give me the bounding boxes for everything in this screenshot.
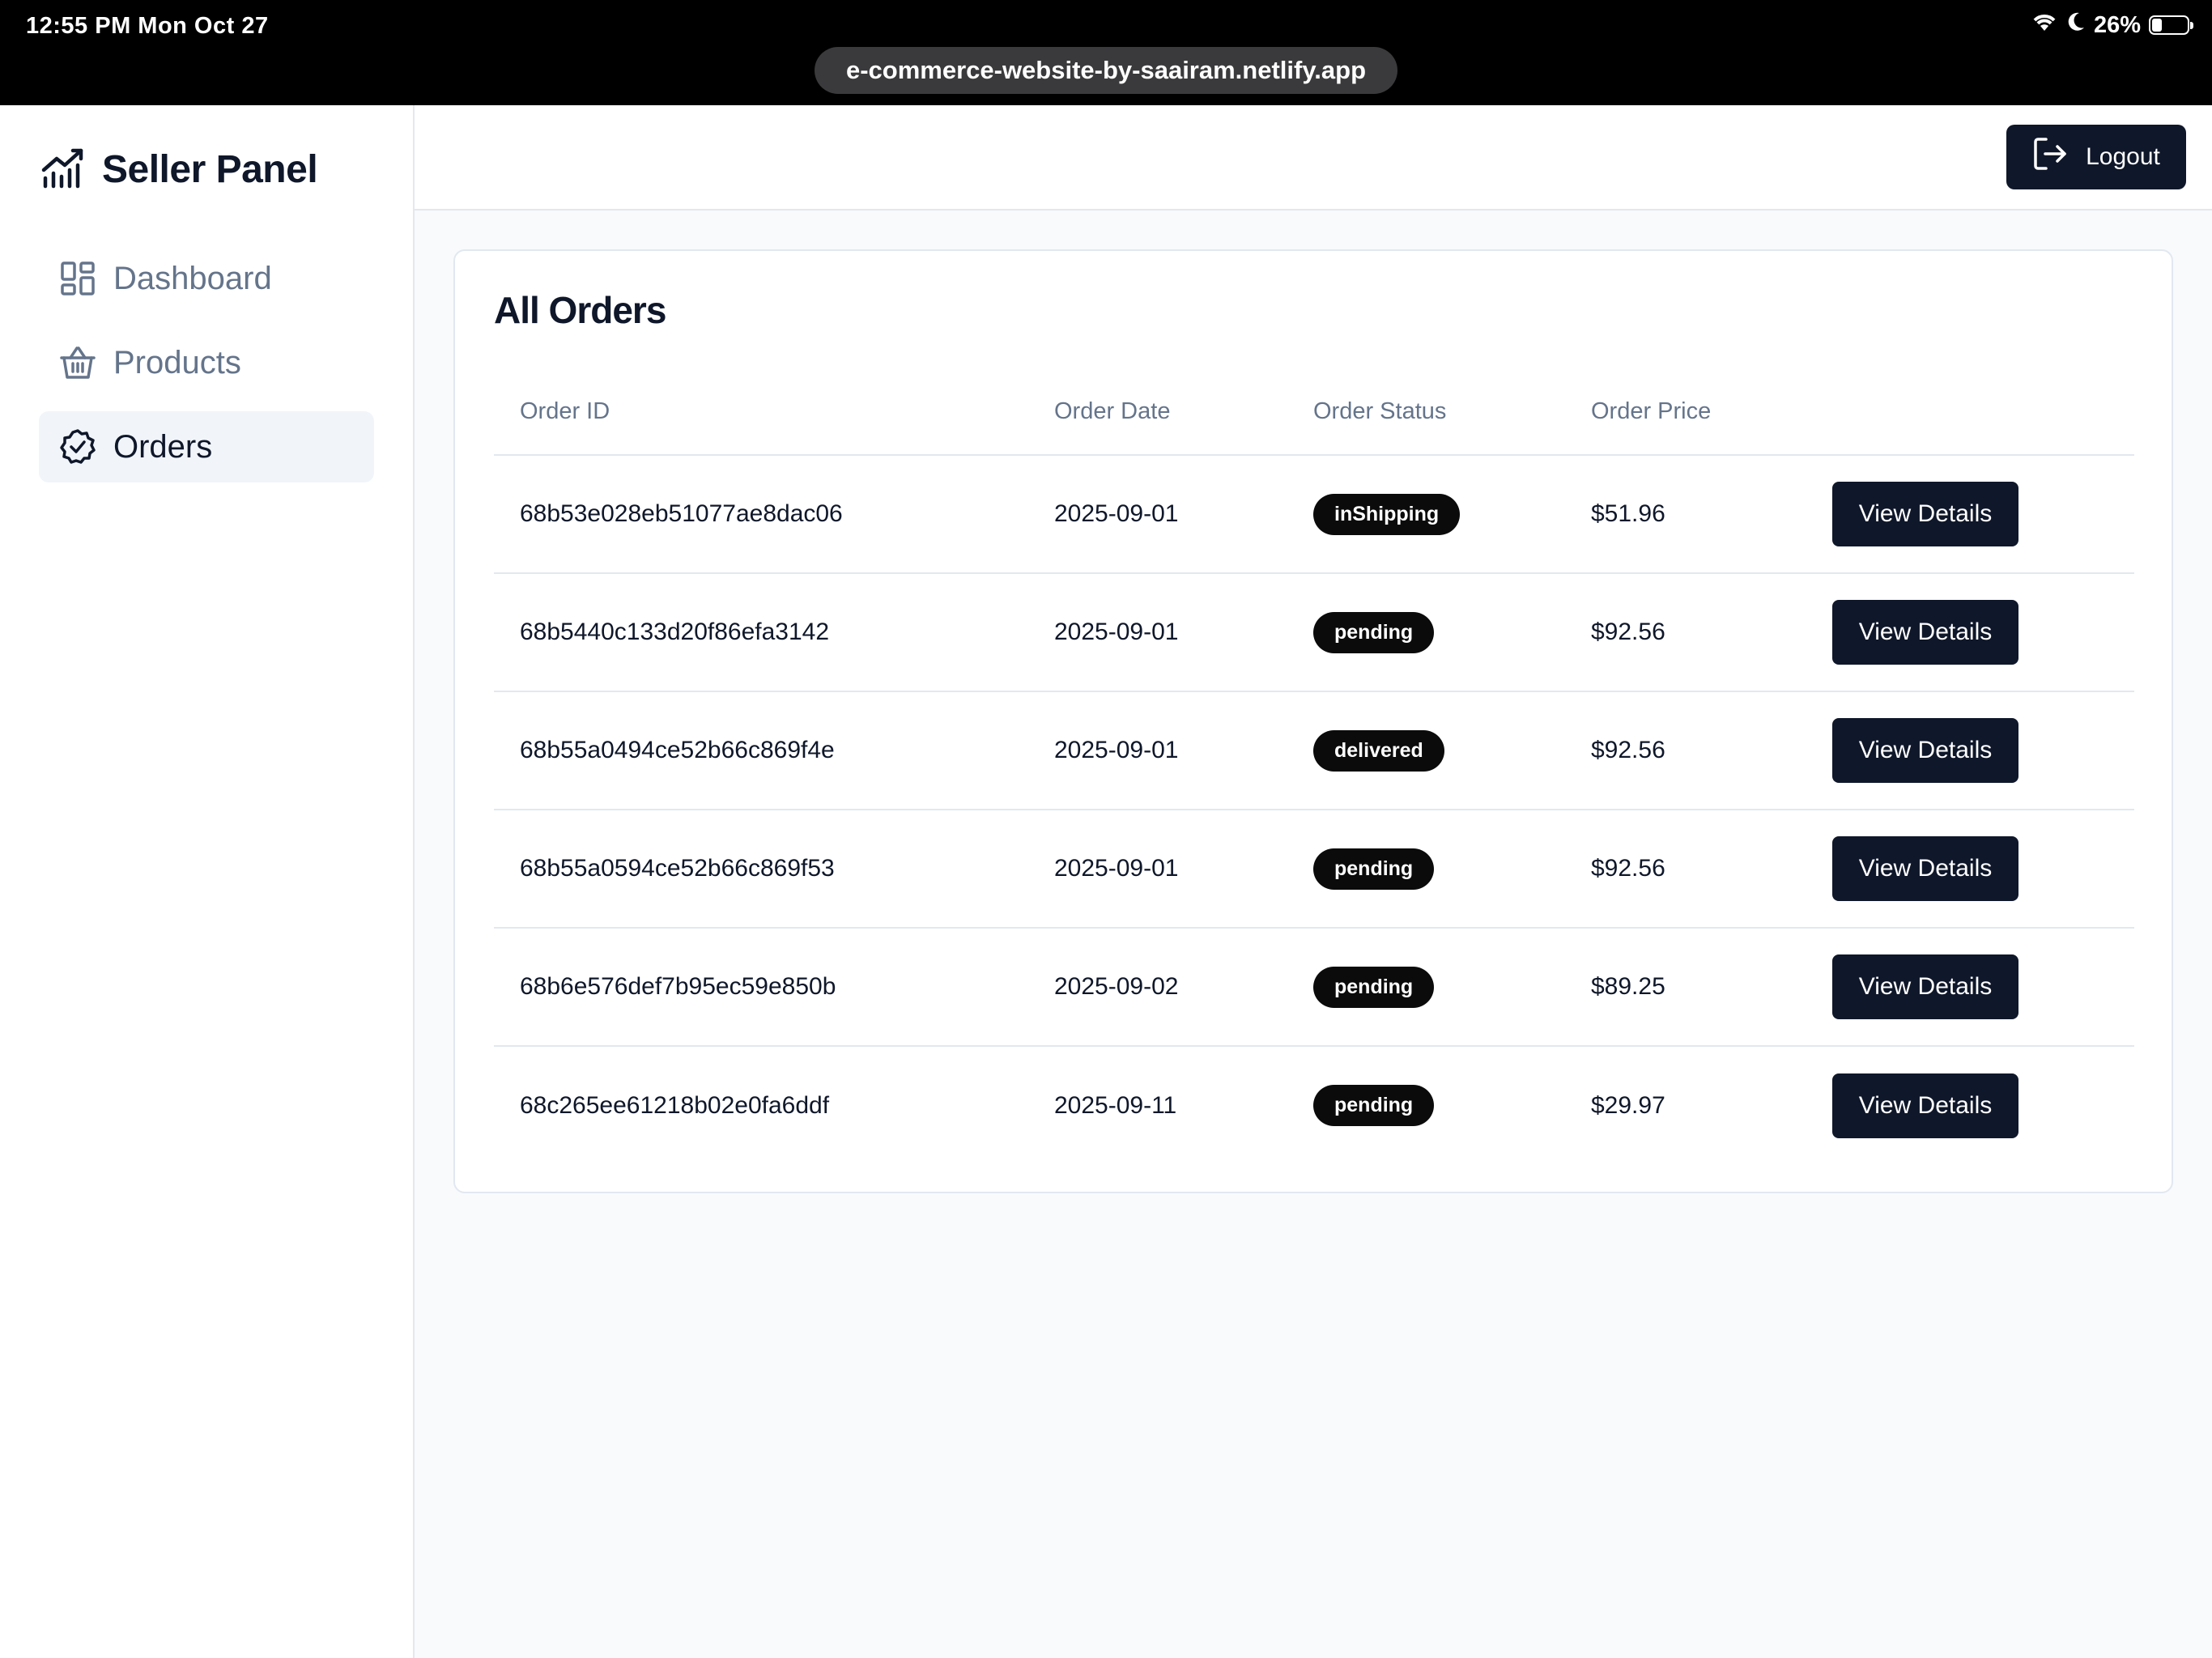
order-id: 68b55a0494ce52b66c869f4e (494, 691, 1028, 810)
order-status-cell: pending (1287, 573, 1565, 692)
table-row: 68b5440c133d20f86efa3142 2025-09-01 pendin… (494, 573, 2134, 692)
view-details-button[interactable]: View Details (1832, 836, 2018, 901)
status-bar: 12:55 PM Mon Oct 27 26% e-commerce-websi… (0, 0, 2212, 105)
order-status-cell: pending (1287, 928, 1565, 1047)
brand-title: Seller Panel (102, 148, 318, 191)
table-row: 68b55a0594ce52b66c869f53 2025-09-01 pendin… (494, 810, 2134, 929)
sidebar-item-label: Orders (113, 428, 213, 465)
order-id: 68c265ee61218b02e0fa6ddf (520, 1091, 830, 1119)
sidebar-nav: Dashboard Products Orders (39, 243, 374, 495)
order-date: 2025-09-01 (1028, 691, 1287, 810)
sidebar-item-label: Products (113, 344, 241, 380)
table-row: 68b6e576def7b95ec59e850b 2025-09-02 pendin… (494, 928, 2134, 1047)
column-header-order-date: Order Date (1028, 369, 1287, 456)
order-status-cell: pending (1287, 1046, 1565, 1164)
order-id: 68b55a0594ce52b66c869f53 (494, 810, 1028, 929)
view-details-button[interactable]: View Details (1832, 600, 2018, 665)
table-row: 68b53e028eb51077ae8dac06 2025-09-01 inShip… (494, 455, 2134, 574)
moon-icon (2066, 11, 2086, 39)
order-action-cell: View Details (1806, 810, 2134, 929)
page-title: All Orders (494, 289, 666, 331)
view-details-button[interactable]: View Details (1832, 954, 2018, 1019)
order-price: $89.25 (1565, 928, 1806, 1047)
order-price: $92.56 (1565, 691, 1806, 810)
order-date: 2025-09-01 (1028, 573, 1287, 692)
logout-button[interactable]: Logout (2006, 125, 2186, 189)
basket-icon (58, 343, 97, 382)
order-id: 68b6e576def7b95ec59e850b (494, 928, 1028, 1047)
sidebar: Seller Panel Dashboard Products Orders (0, 105, 415, 1658)
column-header-order-price: Order Price (1565, 369, 1806, 456)
sidebar-item-label: Dashboard (113, 260, 272, 296)
table-header-row: Order ID Order Date Order Status Order P… (494, 369, 2134, 456)
view-details-button[interactable]: View Details (1832, 718, 2018, 783)
dashboard-grid-icon (58, 259, 97, 298)
orders-table: Order ID Order Date Order Status Order P… (494, 369, 2134, 1164)
order-date: 2025-09-02 (1028, 928, 1287, 1047)
order-action-cell: View Details (1806, 455, 2134, 574)
order-action-cell: View Details (1806, 691, 2134, 810)
logout-label: Logout (2086, 143, 2160, 170)
column-header-order-id: Order ID (494, 369, 1028, 456)
status-badge: delivered (1313, 729, 1444, 772)
column-header-actions (1806, 369, 2134, 456)
view-details-button[interactable]: View Details (1832, 1073, 2018, 1138)
order-status-cell: inShipping (1287, 455, 1565, 574)
status-badge: pending (1313, 1085, 1435, 1126)
order-price: $92.56 (1565, 573, 1806, 692)
table-row: 68b55a0494ce52b66c869f4e 2025-09-01 delive… (494, 691, 2134, 810)
chart-line-icon (40, 146, 86, 193)
status-indicators: 26% (2031, 11, 2193, 39)
status-badge: pending (1313, 848, 1435, 890)
url-bar[interactable]: e-commerce-website-by-saairam.netlify.ap… (815, 47, 1397, 94)
status-time: 12:55 PM Mon Oct 27 (26, 13, 269, 39)
order-status-cell: delivered (1287, 691, 1565, 810)
orders-card: All Orders Order ID Order Date Order Sta… (453, 249, 2173, 1193)
logout-icon (2032, 136, 2068, 178)
order-date: 2025-09-01 (1028, 810, 1287, 929)
view-details-button[interactable]: View Details (1832, 482, 2018, 546)
orders-table-body: 68b53e028eb51077ae8dac06 2025-09-01 inShip… (494, 455, 2134, 1164)
sidebar-item-products[interactable]: Products (39, 327, 374, 398)
battery-icon (2149, 15, 2193, 35)
order-price: $29.97 (1591, 1091, 1665, 1119)
sidebar-item-dashboard[interactable]: Dashboard (39, 243, 374, 314)
status-badge: inShipping (1313, 493, 1461, 535)
column-header-order-status: Order Status (1287, 369, 1565, 456)
top-header: Logout (415, 105, 2212, 210)
order-price: $51.96 (1565, 455, 1806, 574)
order-date: 2025-09-11 (1054, 1091, 1177, 1119)
wifi-icon (2031, 11, 2058, 39)
battery-percent: 26% (2093, 11, 2141, 38)
order-action-cell: View Details (1806, 928, 2134, 1047)
order-action-cell: View Details (1806, 573, 2134, 692)
order-id: 68b5440c133d20f86efa3142 (494, 573, 1028, 692)
status-badge: pending (1313, 966, 1435, 1008)
order-id: 68b53e028eb51077ae8dac06 (494, 455, 1028, 574)
order-date: 2025-09-01 (1028, 455, 1287, 574)
order-price: $92.56 (1565, 810, 1806, 929)
status-badge: pending (1313, 611, 1435, 653)
brand[interactable]: Seller Panel (40, 146, 318, 193)
order-status-cell: pending (1287, 810, 1565, 929)
order-action-cell: View Details (1806, 1046, 2134, 1164)
table-row: 68c265ee61218b02e0fa6ddf 2025-09-11 pendin… (494, 1046, 2134, 1164)
sidebar-item-orders[interactable]: Orders (39, 411, 374, 483)
check-badge-icon (58, 427, 97, 466)
